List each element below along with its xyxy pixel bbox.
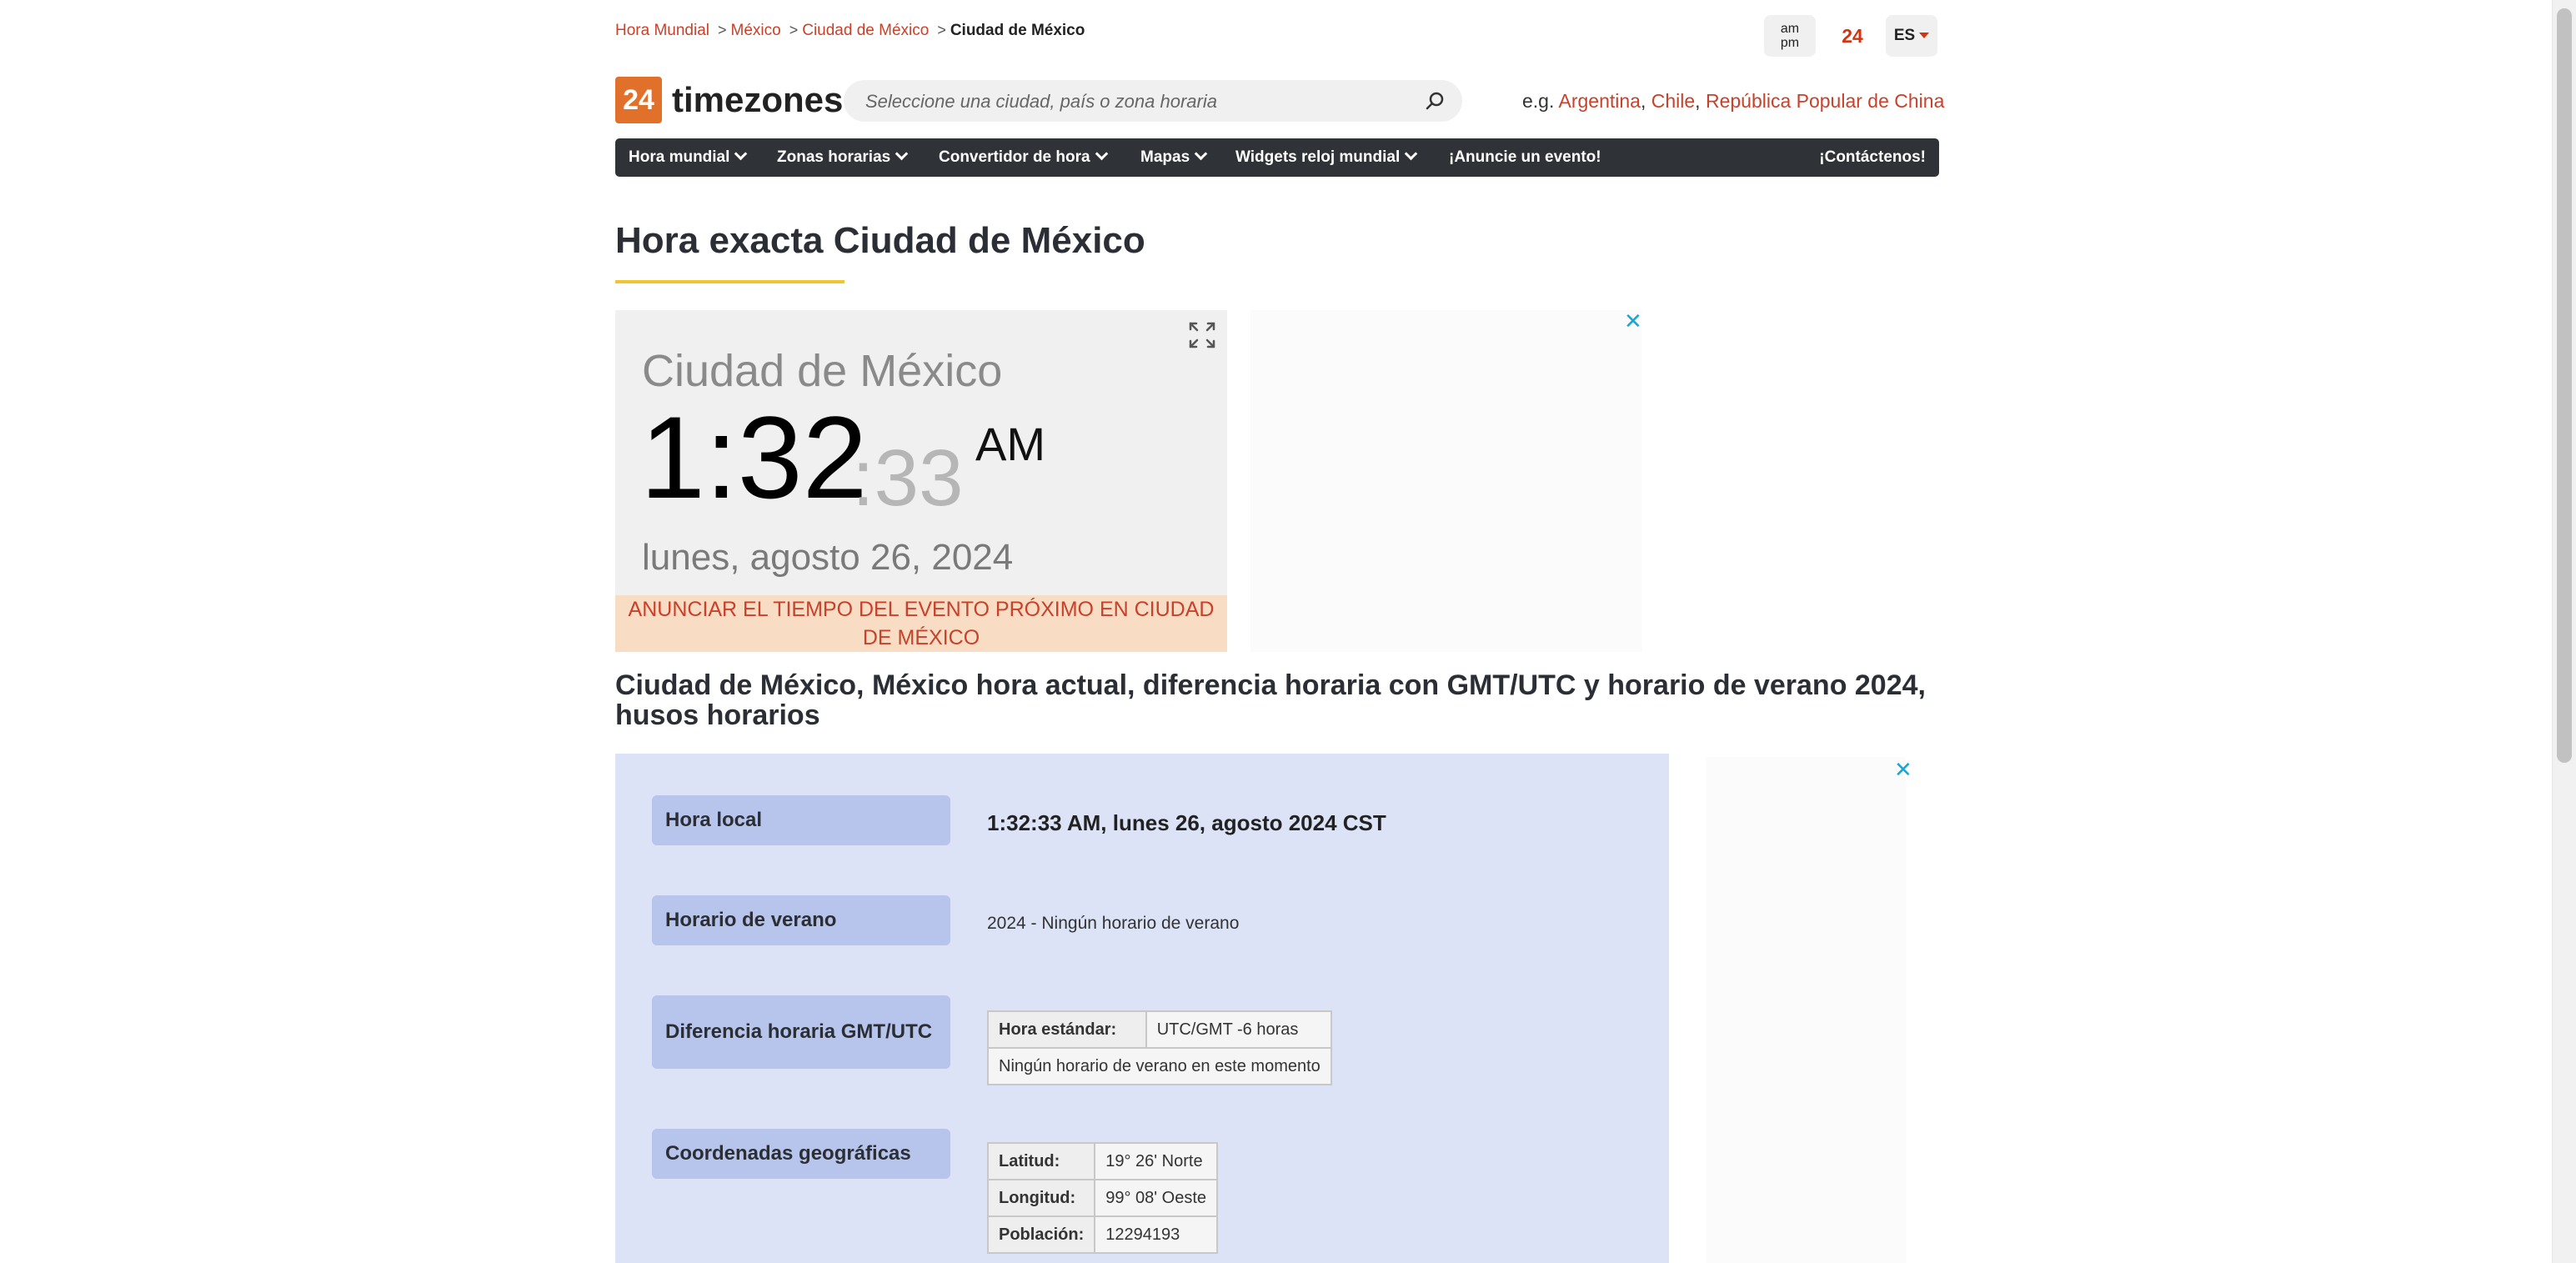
ad-slot: [1706, 757, 1906, 1263]
example-link-argentina[interactable]: Argentina: [1559, 90, 1641, 112]
nav-label: Mapas: [1140, 148, 1190, 166]
breadcrumb-link-world-time[interactable]: Hora Mundial: [615, 22, 709, 39]
chevron-down-icon: [895, 147, 909, 161]
page-title: Hora exacta Ciudad de México: [615, 220, 1145, 261]
announce-line-1: ANUNCIAR EL TIEMPO DEL EVENTO PRÓXIMO EN…: [628, 598, 1215, 621]
table-row: Población: 12294193: [986, 1215, 1219, 1254]
nav-item-time-zones[interactable]: Zonas horarias: [777, 138, 909, 177]
search-icon[interactable]: [1424, 90, 1446, 112]
table-row: Ningún horario de verano en este momento: [987, 1047, 1332, 1085]
clock-card: Ciudad de México 1:32 :33 AM lunes, agos…: [615, 310, 1227, 652]
clock-hours-minutes: 1:32: [640, 392, 868, 523]
search-input[interactable]: [864, 80, 1417, 123]
dst-label: Horario de verano: [652, 895, 950, 945]
local-time-value: 1:32:33 AM, lunes 26, agosto 2024 CST: [987, 810, 1386, 835]
nav-item-contact[interactable]: ¡Contáctenos!: [1819, 138, 1926, 177]
info-panel: Hora local 1:32:33 AM, lunes 26, agosto …: [615, 754, 1669, 1263]
breadcrumb-link-mexico[interactable]: México: [731, 22, 781, 39]
offset-label: Diferencia horaria GMT/UTC: [652, 995, 950, 1069]
longitude-value: 99° 08' Oeste: [1094, 1179, 1219, 1217]
nav-label: Zonas horarias: [777, 148, 891, 166]
population-value: 12294193: [1094, 1215, 1219, 1254]
offset-note: Ningún horario de verano en este momento: [987, 1047, 1332, 1085]
section-heading: Ciudad de México, México hora actual, di…: [615, 669, 1926, 731]
examples-prefix: e.g.: [1522, 90, 1555, 112]
chevron-down-icon: [734, 147, 748, 161]
ad-slot: [1250, 310, 1642, 652]
example-link-china[interactable]: República Popular de China: [1706, 90, 1944, 112]
longitude-key: Longitud:: [986, 1179, 1096, 1217]
search-examples: e.g. Argentina, Chile, República Popular…: [1522, 90, 1945, 112]
breadcrumb: Hora Mundial > México > Ciudad de México > Ciu…: [615, 22, 1085, 40]
caret-down-icon: [1919, 33, 1930, 39]
offset-std-value: UTC/GMT -6 horas: [1145, 1010, 1332, 1049]
population-key: Población:: [986, 1215, 1096, 1254]
close-icon[interactable]: ✕: [1894, 757, 1912, 783]
offset-std-key: Hora estándar:: [987, 1010, 1147, 1049]
chevron-down-icon: [1095, 147, 1108, 161]
breadcrumb-current: Ciudad de México: [950, 22, 1085, 39]
title-underline: [615, 280, 844, 283]
logo-text[interactable]: timezones: [672, 77, 843, 123]
coordinates-table: Latitud: 19° 26' Norte Longitud: 99° 08'…: [986, 1142, 1219, 1254]
nav-label: Widgets reloj mundial: [1235, 148, 1401, 166]
scrollbar-thumb[interactable]: [2557, 8, 2572, 763]
ampm-top-label: am: [1780, 22, 1800, 36]
clock-ampm: AM: [975, 418, 1045, 470]
nav-item-time-converter[interactable]: Convertidor de hora: [939, 138, 1108, 177]
nav-label: Convertidor de hora: [939, 148, 1090, 166]
chevron-down-icon: [1194, 147, 1208, 161]
chevron-down-icon: [1404, 147, 1418, 161]
nav-label: Hora mundial: [629, 148, 730, 166]
ampm-bottom-label: pm: [1780, 36, 1800, 50]
nav-item-maps[interactable]: Mapas: [1140, 138, 1208, 177]
nav-item-announce-event[interactable]: ¡Anuncie un evento!: [1449, 138, 1601, 177]
logo-badge[interactable]: 24: [615, 77, 662, 123]
table-row: Longitud: 99° 08' Oeste: [986, 1179, 1219, 1217]
format-24h-button[interactable]: 24: [1831, 15, 1874, 57]
announce-event-banner[interactable]: ANUNCIAR EL TIEMPO DEL EVENTO PRÓXIMO EN…: [615, 595, 1227, 652]
clock-seconds: :33: [852, 434, 964, 523]
breadcrumb-link-mexico-city[interactable]: Ciudad de México: [802, 22, 929, 39]
language-selector[interactable]: ES: [1886, 15, 1937, 57]
table-row: Hora estándar: UTC/GMT -6 horas: [987, 1010, 1332, 1049]
language-label: ES: [1893, 27, 1916, 44]
latitude-key: Latitud:: [986, 1142, 1096, 1180]
table-row: Latitud: 19° 26' Norte: [986, 1142, 1219, 1180]
local-time-label: Hora local: [652, 795, 950, 845]
breadcrumb-separator: >: [718, 22, 727, 38]
breadcrumb-separator: >: [937, 22, 946, 38]
clock-date: lunes, agosto 26, 2024: [642, 537, 1014, 578]
offset-table: Hora estándar: UTC/GMT -6 horas Ningún h…: [987, 1010, 1332, 1085]
latitude-value: 19° 26' Norte: [1094, 1142, 1219, 1180]
clock-city: Ciudad de México: [642, 346, 1003, 396]
search-bar: [844, 80, 1462, 123]
scrollbar[interactable]: [2552, 0, 2576, 1263]
ampm-format-button[interactable]: am pm: [1764, 15, 1816, 57]
nav-item-clock-widgets[interactable]: Widgets reloj mundial: [1235, 138, 1418, 177]
coordinates-label: Coordenadas geográficas: [652, 1129, 950, 1179]
close-icon[interactable]: ✕: [1624, 308, 1642, 334]
dst-value: 2024 - Ningún horario de verano: [987, 914, 1240, 933]
main-nav: Hora mundial Zonas horarias Convertidor …: [615, 138, 1939, 177]
nav-item-world-time[interactable]: Hora mundial: [629, 138, 748, 177]
announce-line-2: DE MÉXICO: [862, 626, 980, 649]
breadcrumb-separator: >: [789, 22, 799, 38]
example-link-chile[interactable]: Chile: [1651, 90, 1695, 112]
expand-icon[interactable]: [1187, 320, 1217, 350]
